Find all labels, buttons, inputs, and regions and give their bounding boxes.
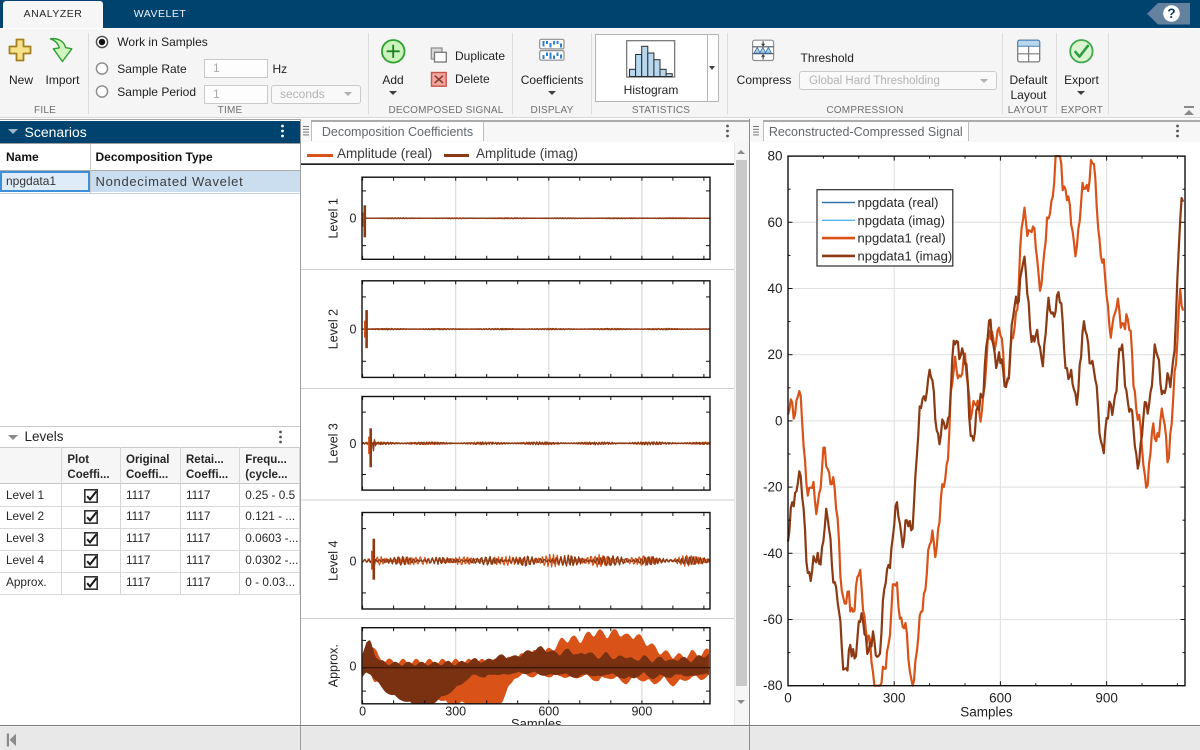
- svg-text:npgdata (real): npgdata (real): [857, 195, 938, 210]
- svg-text:npgdata1 (imag): npgdata1 (imag): [857, 248, 952, 263]
- svg-text:0: 0: [349, 322, 356, 336]
- svg-text:80: 80: [767, 148, 782, 163]
- svg-text:-80: -80: [762, 678, 782, 693]
- svg-text:Level 3: Level 3: [326, 423, 340, 463]
- svg-text:-20: -20: [762, 479, 782, 494]
- svg-text:20: 20: [767, 347, 782, 362]
- svg-text:Level 4: Level 4: [326, 540, 340, 580]
- svg-text:0: 0: [359, 704, 366, 718]
- svg-text:0: 0: [349, 659, 356, 673]
- svg-text:npgdata (imag): npgdata (imag): [857, 212, 944, 227]
- svg-text:-40: -40: [762, 545, 782, 560]
- svg-text:Level 2: Level 2: [326, 308, 340, 348]
- svg-text:0: 0: [774, 413, 782, 428]
- svg-text:?: ?: [1167, 6, 1175, 21]
- svg-text:0: 0: [349, 436, 356, 450]
- svg-text:60: 60: [767, 214, 782, 229]
- svg-text:900: 900: [631, 704, 652, 718]
- svg-text:300: 300: [882, 690, 905, 705]
- svg-text:-60: -60: [762, 612, 782, 627]
- svg-text:Level 1: Level 1: [326, 198, 340, 238]
- svg-text:Approx.: Approx.: [326, 644, 340, 687]
- svg-text:npgdata1 (real): npgdata1 (real): [857, 230, 945, 245]
- svg-text:0: 0: [349, 211, 356, 225]
- svg-text:Samples: Samples: [511, 716, 562, 725]
- svg-text:Samples: Samples: [960, 704, 1013, 719]
- svg-text:40: 40: [767, 281, 782, 296]
- svg-text:0: 0: [784, 690, 792, 705]
- svg-text:900: 900: [1095, 690, 1118, 705]
- svg-text:300: 300: [445, 704, 466, 718]
- svg-text:600: 600: [989, 690, 1012, 705]
- svg-text:0: 0: [349, 554, 356, 568]
